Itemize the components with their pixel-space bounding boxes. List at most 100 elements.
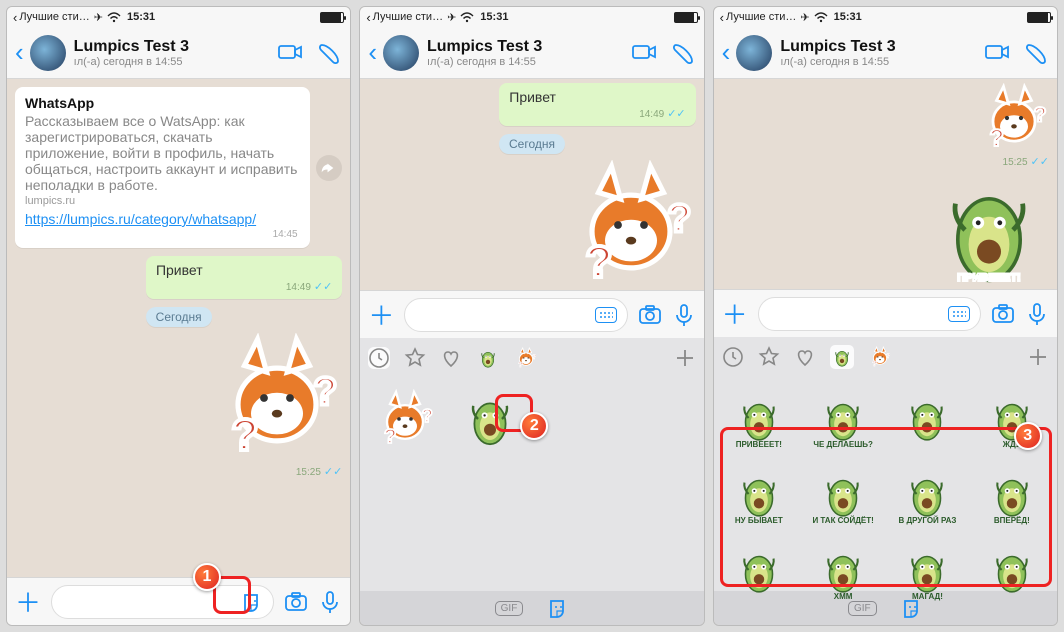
link-preview-url[interactable]: https://lumpics.ru/category/whatsapp/	[25, 211, 298, 227]
attach-button[interactable]: ＋	[15, 583, 41, 620]
sticker-pack-fox[interactable]	[514, 346, 538, 370]
sticker-mode-button[interactable]	[547, 597, 569, 619]
add-pack-button[interactable]	[1027, 346, 1049, 368]
mic-icon[interactable]	[318, 590, 342, 614]
mic-icon[interactable]	[1025, 302, 1049, 326]
sticker-pack-avocado[interactable]	[830, 345, 854, 369]
statusbar-title: Лучшие сти…	[726, 11, 796, 23]
link-preview-message[interactable]: WhatsApp Рассказываем все о WatsApp: как…	[15, 87, 310, 248]
outgoing-text: Привет	[509, 89, 556, 105]
battery-icon	[320, 12, 344, 23]
sticker-message[interactable]: ПРИВЕЕЕТ! 15:31✓✓	[929, 170, 1049, 289]
message-time: 14:45	[25, 229, 298, 240]
attach-button[interactable]: ＋	[722, 295, 748, 332]
statusbar-back-icon: ‹	[13, 10, 17, 25]
sticker-item[interactable]: ПРИВЕЕЕТ!	[720, 383, 798, 453]
camera-icon[interactable]	[991, 302, 1015, 326]
sticker-item[interactable]	[720, 535, 798, 605]
sticker-item[interactable]	[973, 535, 1051, 605]
panel-2: ‹ Лучшие сти… ✈︎ 15:31 ‹ Lumpics Test 3 …	[359, 6, 704, 626]
chat-header: ‹ Lumpics Test 3 ıл(-а) сегодня в 14:55	[714, 27, 1057, 79]
voice-call-icon[interactable]	[318, 42, 342, 64]
sticker-item[interactable]: МАГАД!	[888, 535, 966, 605]
day-chip: Сегодня	[146, 307, 212, 327]
statusbar-back-icon: ‹	[720, 10, 724, 25]
avatar[interactable]	[383, 35, 419, 71]
message-input[interactable]	[404, 298, 627, 332]
fox-sticker	[566, 160, 696, 290]
video-call-icon[interactable]	[632, 42, 658, 64]
sticker-item[interactable]: И ТАК СОЙДЁТ!	[804, 459, 882, 529]
favorites-tab[interactable]	[758, 346, 780, 368]
chat-title[interactable]: Lumpics Test 3	[427, 38, 632, 56]
panel-3: ‹ Лучшие сти… ✈︎ 15:31 ‹ Lumpics Test 3 …	[713, 6, 1058, 626]
back-button[interactable]: ‹	[722, 37, 731, 68]
gif-mode-button[interactable]: GIF	[495, 601, 524, 616]
sticker-message[interactable]: 15:25✓✓	[566, 160, 696, 290]
chat-subtitle: ıл(-а) сегодня в 14:55	[427, 56, 632, 68]
statusbar: ‹ Лучшие сти… ✈︎ 15:31	[7, 7, 350, 27]
chat-header: ‹ Lumpics Test 3 ıл(-а) сегодня в 14:55	[360, 27, 703, 79]
keyboard-icon[interactable]	[948, 306, 970, 322]
sticker-message[interactable]: 15:25✓✓	[212, 333, 342, 478]
link-preview-source: lumpics.ru	[25, 195, 298, 207]
sticker-item[interactable]: НУ БЫВАЕТ	[720, 459, 798, 529]
sticker-item[interactable]: ХММ	[804, 535, 882, 605]
camera-icon[interactable]	[284, 590, 308, 614]
sticker-pack-avocado[interactable]	[476, 346, 500, 370]
love-tab[interactable]	[440, 347, 462, 369]
recent-tab[interactable]	[368, 347, 390, 369]
keyboard-icon[interactable]	[595, 307, 617, 323]
statusbar-time: 15:31	[480, 11, 508, 23]
forward-icon[interactable]	[316, 155, 342, 181]
sticker-item[interactable]: В ДРУГОЙ РАЗ	[888, 459, 966, 529]
love-tab[interactable]	[794, 346, 816, 368]
highlight-badge-3: 3	[1014, 422, 1042, 450]
message-input[interactable]	[51, 585, 274, 619]
chat-header: ‹ Lumpics Test 3 ıл(-а) сегодня в 14:55	[7, 27, 350, 79]
wifi-icon	[107, 12, 121, 23]
read-ticks-icon: ✓✓	[314, 281, 332, 293]
sticker-time: 15:25	[1003, 157, 1028, 168]
voice-call-icon[interactable]	[672, 42, 696, 64]
sticker-item[interactable]	[451, 384, 529, 454]
sticker-item[interactable]	[366, 384, 444, 454]
avatar[interactable]	[30, 35, 66, 71]
chat-subtitle: ıл(-а) сегодня в 14:55	[780, 56, 985, 68]
statusbar-time: 15:31	[834, 11, 862, 23]
sticker-item[interactable]: ВПЕРЁД!	[973, 459, 1051, 529]
favorites-tab[interactable]	[404, 347, 426, 369]
back-button[interactable]: ‹	[368, 37, 377, 68]
attach-button[interactable]: ＋	[368, 296, 394, 333]
message-input[interactable]	[758, 297, 981, 331]
avatar[interactable]	[736, 35, 772, 71]
fox-sticker	[979, 83, 1049, 153]
back-button[interactable]: ‹	[15, 37, 24, 68]
input-bar: ＋	[360, 290, 703, 338]
outgoing-message[interactable]: Привет 14:49✓✓	[146, 256, 342, 299]
chat-title[interactable]: Lumpics Test 3	[780, 38, 985, 56]
recent-tab[interactable]	[722, 346, 744, 368]
video-call-icon[interactable]	[985, 42, 1011, 64]
sticker-tabs	[714, 337, 1057, 377]
statusbar-back-icon: ‹	[366, 10, 370, 25]
airplane-icon: ✈︎	[447, 11, 456, 24]
statusbar-title: Лучшие сти…	[373, 11, 443, 23]
sticker-pack-fox[interactable]	[868, 345, 892, 369]
panel-1: ‹ Лучшие сти… ✈︎ 15:31 ‹ Lumpics Test 3 …	[6, 6, 351, 626]
add-pack-button[interactable]	[674, 347, 696, 369]
chat-title[interactable]: Lumpics Test 3	[74, 38, 279, 56]
video-call-icon[interactable]	[278, 42, 304, 64]
sticker-item[interactable]	[888, 383, 966, 453]
statusbar-title: Лучшие сти…	[19, 11, 89, 23]
sticker-message[interactable]: 15:25✓✓	[979, 83, 1049, 168]
mic-icon[interactable]	[672, 303, 696, 327]
outgoing-time: 14:49	[639, 109, 664, 120]
sticker-item[interactable]: ЧЕ ДЕЛАЕШЬ?	[804, 383, 882, 453]
outgoing-message[interactable]: Привет 14:49✓✓	[499, 83, 695, 126]
voice-call-icon[interactable]	[1025, 42, 1049, 64]
camera-icon[interactable]	[638, 303, 662, 327]
sticker-grid: ПРИВЕЕЕТ!ЧЕ ДЕЛАЕШЬ?ЖДУНУ БЫВАЕТИ ТАК СО…	[714, 377, 1057, 591]
input-bar: ＋	[714, 289, 1057, 337]
sticker-picker-icon[interactable]	[241, 591, 263, 613]
